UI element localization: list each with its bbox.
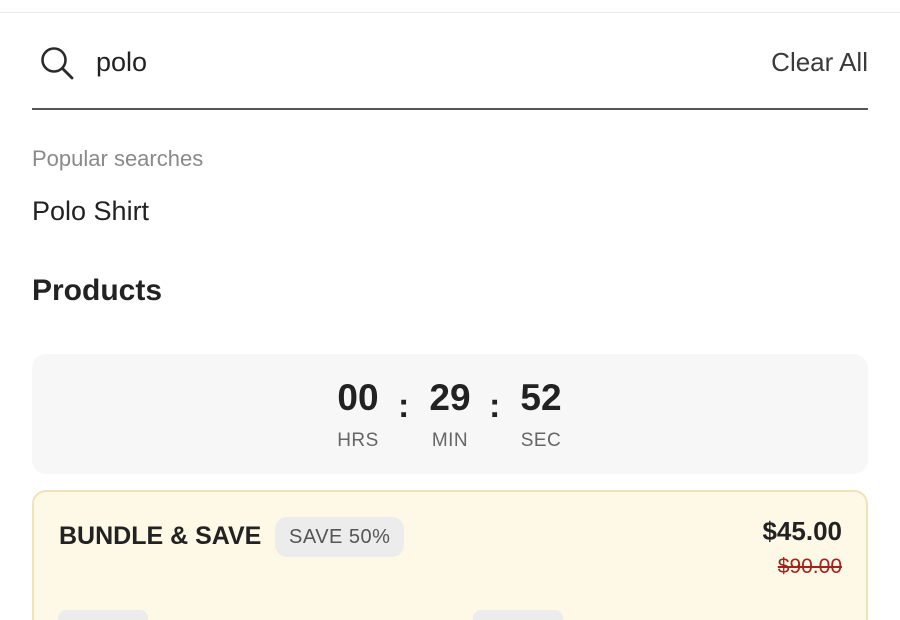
countdown-timer: 00 HRS : 29 MIN : 52 SEC <box>32 354 868 474</box>
seconds-value: 52 <box>520 377 562 418</box>
hours-label: HRS <box>337 430 379 451</box>
product-thumbnail[interactable] <box>473 610 563 620</box>
search-bar: Clear All <box>32 38 868 110</box>
products-heading: Products <box>32 274 163 307</box>
bundle-price: $45.00 <box>762 516 842 546</box>
clear-all-button[interactable]: Clear All <box>771 44 868 80</box>
countdown-seconds: 52 SEC <box>491 376 591 452</box>
popular-search-item[interactable]: Polo Shirt <box>32 196 149 227</box>
popular-searches-heading: Popular searches <box>32 146 204 171</box>
minutes-value: 29 <box>429 377 471 418</box>
top-divider <box>0 12 900 13</box>
product-thumbnail[interactable] <box>58 610 148 620</box>
bundle-offer-card[interactable]: BUNDLE & SAVE SAVE 50% $45.00 $90.00 <box>32 490 868 620</box>
search-page: Clear All Popular searches Polo Shirt Pr… <box>0 0 900 620</box>
bundle-title: BUNDLE & SAVE <box>59 522 262 550</box>
countdown-hours: 00 HRS <box>308 376 408 452</box>
countdown-minutes: 29 MIN <box>400 376 500 452</box>
bundle-original-price: $90.00 <box>777 555 842 578</box>
hours-value: 00 <box>337 377 379 418</box>
search-input[interactable] <box>96 44 696 80</box>
minutes-label: MIN <box>431 430 469 451</box>
seconds-label: SEC <box>520 430 562 451</box>
save-badge: SAVE 50% <box>275 517 405 557</box>
search-icon[interactable] <box>38 44 76 82</box>
